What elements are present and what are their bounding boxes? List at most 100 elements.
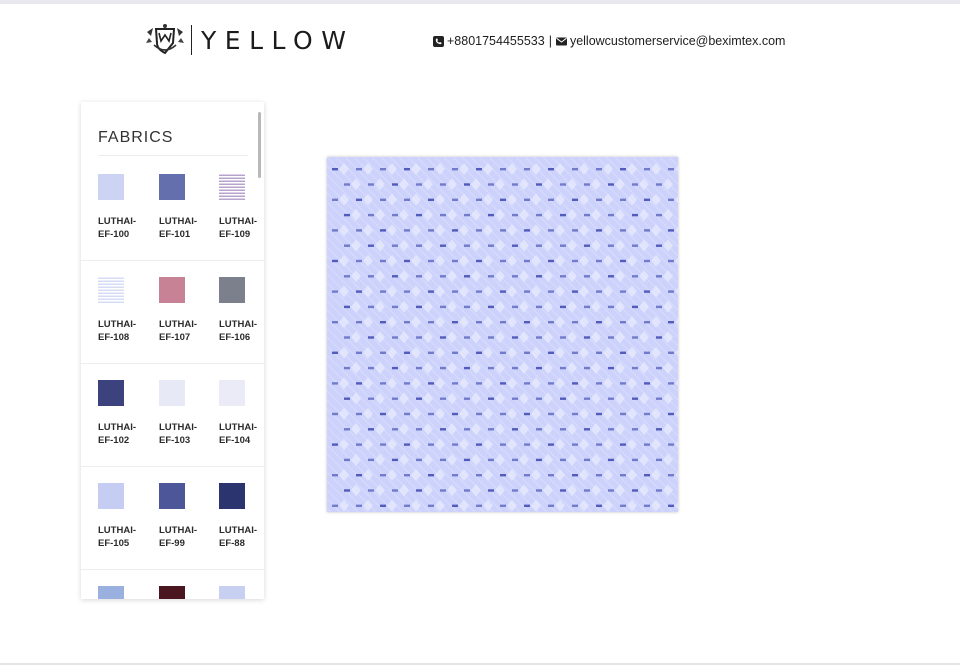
fabric-item[interactable]: LUTHAI- EF-88 — [219, 483, 263, 550]
weave-dash — [476, 443, 482, 446]
weave-dash — [428, 290, 434, 293]
fabric-swatch[interactable] — [98, 483, 124, 509]
top-strip — [0, 0, 960, 4]
fabric-swatch[interactable] — [219, 483, 245, 509]
weave-dash — [416, 213, 422, 217]
fabric-swatch[interactable] — [219, 380, 245, 406]
weave-dash — [644, 351, 650, 354]
weave-dash — [368, 397, 374, 400]
fabric-swatch[interactable] — [219, 277, 245, 303]
fabric-swatch[interactable] — [159, 277, 185, 303]
weave-dash — [332, 504, 338, 507]
weave-dash — [464, 428, 470, 431]
fabric-item[interactable]: LUTHAI- EF-105 — [98, 483, 142, 550]
weave-dash — [416, 428, 422, 431]
fabric-swatch[interactable] — [159, 483, 185, 509]
fabric-swatch[interactable] — [98, 277, 124, 303]
weave-dash — [500, 290, 506, 293]
weave-dash — [368, 305, 374, 309]
fabric-item[interactable]: LUTHAI- EF-103 — [159, 380, 203, 447]
weave-dash — [548, 504, 554, 507]
weave-dash — [332, 168, 338, 171]
fabric-code: LUTHAI- EF-99 — [159, 524, 203, 550]
fabric-item[interactable]: LUTHAI- EF-100 — [98, 174, 142, 241]
weave-dash — [584, 428, 590, 431]
weave-dash — [368, 428, 374, 431]
weave-dash — [644, 382, 650, 385]
weave-dash — [608, 428, 614, 431]
weave-dash — [380, 412, 386, 416]
weave-dash — [536, 489, 542, 492]
fabric-code-line1: LUTHAI- — [98, 216, 136, 227]
weave-dash — [524, 412, 530, 416]
weave-dash — [560, 275, 566, 278]
weave-dash — [344, 428, 350, 431]
contact-separator: | — [548, 34, 552, 48]
fabric-item[interactable]: LUTHAI- EF-104 — [219, 380, 263, 447]
weave-dash — [632, 489, 638, 492]
fabric-swatch[interactable] — [159, 380, 185, 406]
brand-logo[interactable]: YELLOW — [144, 22, 354, 58]
weave-dash — [548, 382, 554, 385]
weave-dash — [416, 489, 422, 492]
weave-dash — [368, 213, 374, 217]
weave-dash — [668, 443, 674, 446]
weave-dash — [416, 336, 422, 339]
weave-dash — [560, 213, 566, 217]
weave-dash — [620, 412, 626, 416]
weave-dash — [440, 183, 446, 186]
fabric-item[interactable]: LUTHAI- EF-107 — [159, 277, 203, 344]
weave-dash — [524, 198, 530, 201]
weave-dash — [428, 474, 434, 477]
fabric-item[interactable]: LUTHAI- EF-101 — [159, 174, 203, 241]
fabric-item[interactable] — [219, 586, 263, 599]
email-address[interactable]: yellowcustomerservice@beximtex.com — [570, 34, 786, 48]
weave-dash — [368, 244, 374, 247]
weave-dash — [596, 198, 602, 201]
weave-dash — [428, 198, 434, 201]
weave-dash — [572, 198, 578, 201]
weave-dash — [572, 474, 578, 477]
fabric-item[interactable]: LUTHAI- EF-99 — [159, 483, 203, 550]
weave-dash — [644, 443, 650, 446]
weave-dash — [524, 168, 530, 171]
fabric-row — [81, 570, 264, 599]
fabric-swatch[interactable] — [219, 174, 245, 200]
fabric-code-line1: LUTHAI- — [98, 422, 136, 433]
weave-dash — [644, 198, 650, 201]
fabric-item[interactable] — [159, 586, 203, 599]
fabric-code: LUTHAI- EF-109 — [219, 215, 263, 241]
fabric-item[interactable]: LUTHAI- EF-102 — [98, 380, 142, 447]
fabric-item[interactable]: LUTHAI- EF-106 — [219, 277, 263, 344]
weave-dash — [332, 412, 338, 416]
fabric-item[interactable]: LUTHAI- EF-109 — [219, 174, 263, 241]
fabric-swatch[interactable] — [98, 380, 124, 406]
weave-dash — [476, 168, 482, 171]
crest-logo-icon — [146, 24, 184, 55]
weave-dash — [512, 489, 518, 492]
weave-dash — [620, 259, 626, 263]
weave-dash — [476, 290, 482, 293]
fabrics-panel[interactable]: FABRICS LUTHAI- EF-100 LUTHAI- EF-101 LUTHAI… — [81, 102, 264, 599]
phone-number[interactable]: +8801754455533 — [447, 34, 545, 48]
weave-dash — [452, 259, 458, 263]
fabric-swatch[interactable] — [159, 174, 185, 200]
weave-dash — [440, 305, 446, 309]
fabric-code-line2: EF-106 — [219, 332, 251, 343]
weave-dash — [356, 474, 362, 477]
weave-dash — [560, 458, 566, 462]
fabric-item[interactable]: LUTHAI- EF-108 — [98, 277, 142, 344]
fabric-swatch[interactable] — [98, 586, 124, 599]
fabric-swatch[interactable] — [98, 174, 124, 200]
weave-dash — [536, 428, 542, 431]
fabric-item[interactable] — [98, 586, 142, 599]
fabric-swatch[interactable] — [159, 586, 185, 599]
weave-dash — [452, 198, 458, 201]
fabric-code-line1: LUTHAI- — [159, 319, 197, 330]
weave-dash — [392, 366, 398, 370]
weave-dash — [608, 489, 614, 492]
weave-dash — [524, 504, 530, 507]
fabric-row: LUTHAI- EF-100 LUTHAI- EF-101 LUTHAI- EF-109 — [81, 158, 264, 261]
weave-dash — [404, 474, 410, 477]
fabric-swatch[interactable] — [219, 586, 245, 599]
